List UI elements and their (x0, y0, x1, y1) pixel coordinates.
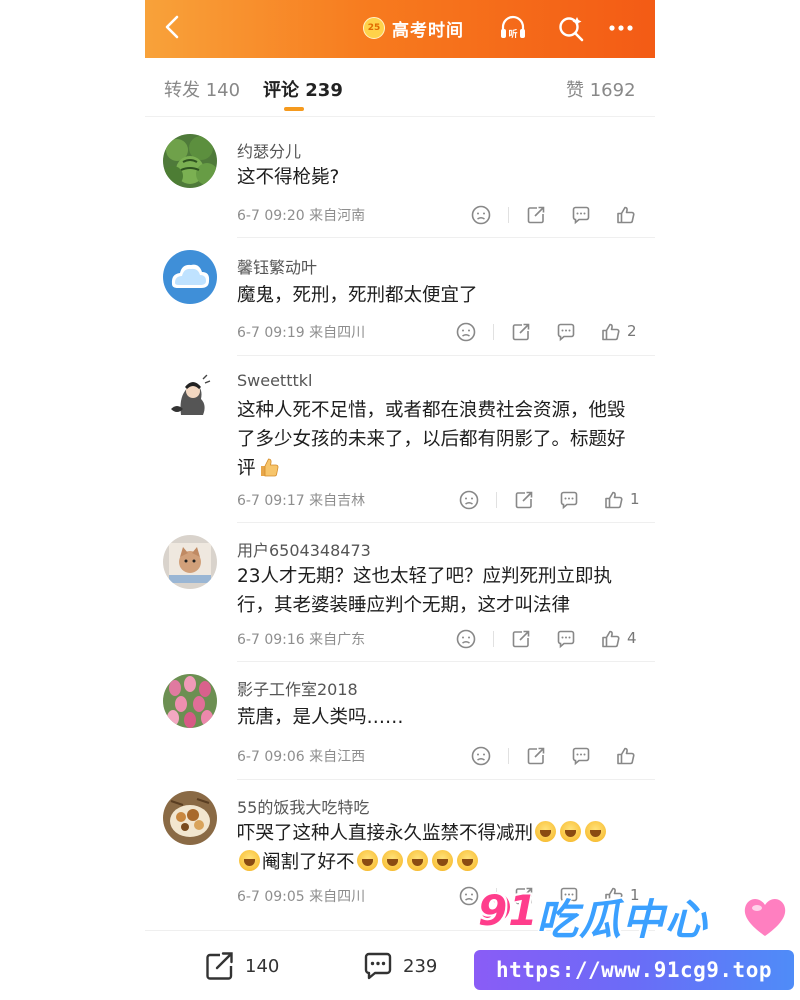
crying-emoji-icon (560, 821, 582, 842)
reply-icon[interactable] (555, 321, 577, 343)
divider (237, 522, 655, 523)
back-arrow-icon[interactable] (159, 13, 187, 41)
tabs-bar: 转发 140 评论 239 赞 1692 (145, 58, 655, 116)
thumbs-up-emoji-icon (260, 458, 278, 477)
like-icon[interactable] (600, 321, 622, 343)
comment-text: 23人才无期？这也太轻了吧？应判死刑立即执行，其老婆装睡应判个无期，这才叫法律 (237, 566, 613, 616)
comment-username[interactable]: 影子工作室2018 (237, 676, 358, 700)
comment-username[interactable]: Sweetttkl (237, 371, 312, 390)
avatar[interactable] (163, 369, 217, 423)
crying-emoji-icon (456, 850, 478, 871)
dislike-face-icon[interactable] (458, 489, 480, 511)
comment-text: 这不得枪毙? (237, 167, 340, 188)
divider (237, 237, 655, 238)
comment-actions: 2 (455, 321, 640, 343)
comment-actions: 4 (455, 628, 640, 650)
phone-screen: 25 高考时间 听 转发 140 评论 239 赞 1692 约瑟分儿 这不得枪… (145, 0, 655, 1000)
repost-button[interactable]: 140 (203, 951, 279, 981)
dislike-face-icon[interactable] (470, 204, 492, 226)
avatar[interactable] (163, 134, 217, 188)
crying-emoji-icon (381, 850, 403, 871)
tab-comments[interactable]: 评论 239 (263, 76, 343, 102)
crying-emoji-icon (535, 821, 557, 842)
divider (493, 324, 494, 340)
comment-actions: 1 (458, 489, 643, 511)
tab-likes[interactable]: 赞 1692 (566, 76, 636, 102)
comment-text: 荒唐，是人类吗…… (237, 707, 404, 728)
comment-meta: 6-7 09:05 来自四川 (237, 889, 366, 905)
avatar[interactable] (163, 535, 217, 589)
like-count: 2 (627, 322, 637, 340)
divider (508, 207, 509, 223)
more-icon[interactable] (605, 12, 637, 44)
divider (496, 492, 497, 508)
comment-meta: 6-7 09:17 来自吉林 (237, 493, 366, 509)
like-icon[interactable] (615, 745, 637, 767)
comment-meta: 6-7 09:06 来自江西 (237, 749, 366, 765)
comment-actions (470, 204, 640, 226)
reply-icon[interactable] (570, 745, 592, 767)
comment-text: 吓哭了这种人直接永久监禁不得减刑 阉割了好不 (237, 819, 642, 877)
comment-count: 239 (403, 955, 438, 977)
avatar[interactable] (163, 250, 217, 304)
share-icon[interactable] (510, 628, 532, 650)
divider (508, 748, 509, 764)
comment-meta: 6-7 09:16 来自广东 (237, 632, 366, 648)
comment-username[interactable]: 用户6504348473 (237, 537, 371, 561)
reply-icon[interactable] (558, 489, 580, 511)
share-icon[interactable] (510, 321, 532, 343)
avatar[interactable] (163, 791, 217, 845)
comment-actions (470, 745, 640, 767)
like-count: 4 (627, 629, 637, 647)
comment-text: 魔鬼，死刑，死刑都太便宜了 (237, 285, 478, 306)
crying-emoji-icon (431, 850, 453, 871)
watermark: 91 吃瓜中心 https://www.91cg9.top (470, 878, 800, 998)
share-icon[interactable] (525, 745, 547, 767)
like-icon[interactable] (600, 628, 622, 650)
comment-meta: 6-7 09:19 来自四川 (237, 325, 366, 341)
divider (145, 116, 655, 117)
comment-icon (364, 952, 392, 980)
topic-badge-icon: 25 (363, 17, 385, 39)
divider (237, 779, 655, 780)
active-tab-indicator (284, 107, 304, 111)
divider (237, 355, 655, 356)
share-icon[interactable] (513, 489, 535, 511)
crying-emoji-icon (585, 821, 607, 842)
listen-icon[interactable]: 听 (497, 12, 529, 44)
dislike-face-icon[interactable] (470, 745, 492, 767)
reply-icon[interactable] (555, 628, 577, 650)
search-icon[interactable] (555, 12, 587, 44)
comment-text: 这种人死不足惜，或者都在浪费社会资源，他毁了多少女孩的未来了，以后都有阴影了。标… (237, 400, 626, 479)
page-title: 高考时间 (392, 20, 464, 41)
heart-icon (744, 899, 786, 936)
divider (237, 661, 655, 662)
like-count: 1 (630, 490, 640, 508)
comment-username[interactable]: 55的饭我大吃特吃 (237, 794, 369, 818)
tab-repost[interactable]: 转发 140 (164, 76, 240, 102)
like-icon[interactable] (603, 489, 625, 511)
dislike-face-icon[interactable] (455, 628, 477, 650)
reply-icon[interactable] (570, 204, 592, 226)
crying-emoji-icon (356, 850, 378, 871)
comment-button[interactable]: 239 (361, 951, 437, 981)
dislike-face-icon[interactable] (455, 321, 477, 343)
topic-title[interactable]: 25 高考时间 (363, 14, 464, 42)
top-bar: 25 高考时间 听 (145, 0, 655, 58)
repost-icon (206, 952, 233, 980)
watermark-url: https://www.91cg9.top (474, 950, 794, 990)
divider (493, 631, 494, 647)
avatar[interactable] (163, 674, 217, 728)
share-icon[interactable] (525, 204, 547, 226)
crying-emoji-icon (406, 850, 428, 871)
comment-username[interactable]: 约瑟分儿 (237, 138, 301, 162)
repost-count: 140 (245, 955, 280, 977)
like-icon[interactable] (615, 204, 637, 226)
comment-meta: 6-7 09:20 来自河南 (237, 208, 366, 224)
crying-emoji-icon (239, 850, 260, 871)
svg-text:听: 听 (508, 28, 517, 40)
comment-username[interactable]: 馨钰繁动叶 (237, 254, 317, 278)
